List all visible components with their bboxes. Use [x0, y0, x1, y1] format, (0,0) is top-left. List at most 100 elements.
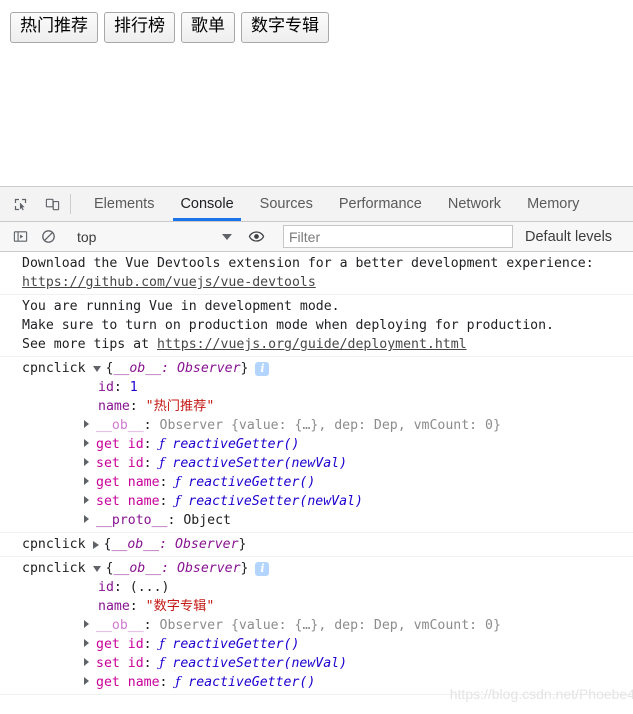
disclosure-triangle-closed-icon[interactable] — [92, 540, 99, 549]
property-row-get-id[interactable]: get id: ƒ reactiveGetter() — [0, 435, 633, 454]
disclosure-triangle-open-icon[interactable] — [92, 366, 101, 372]
brace-close: } — [240, 561, 249, 576]
category-button-ranking[interactable]: 排行榜 — [104, 12, 175, 43]
preview-body: __ob__: Observer — [111, 537, 239, 552]
property-separator: : — [143, 418, 160, 433]
property-value: "热门推荐" — [145, 399, 215, 414]
console-message-cpnclick-3: cpnclick {__ob__: Observer} i id: (...) … — [0, 557, 633, 695]
property-value: reactiveGetter() — [172, 437, 300, 452]
category-button-hot[interactable]: 热门推荐 — [10, 12, 98, 43]
category-button-digital-album[interactable]: 数字专辑 — [241, 12, 329, 43]
tab-performance[interactable]: Performance — [326, 187, 435, 221]
devtools-panel: Elements Console Sources Performance Net… — [0, 186, 633, 714]
execution-context-select[interactable]: top — [68, 226, 238, 247]
disclosure-triangle-icon[interactable] — [84, 420, 89, 428]
filter-input[interactable] — [283, 225, 513, 248]
disclosure-triangle-icon[interactable] — [84, 458, 89, 466]
property-row-get-id[interactable]: get id: ƒ reactiveGetter() — [0, 635, 633, 654]
property-row-get-name[interactable]: get name: ƒ reactiveGetter() — [0, 673, 633, 692]
property-key: get name — [96, 475, 160, 490]
property-row-set-id[interactable]: set id: ƒ reactiveSetter(newVal) — [0, 654, 633, 673]
console-message-cpnclick-1: cpnclick {__ob__: Observer} i id: 1 name… — [0, 357, 633, 533]
property-row-id: id: 1 — [0, 378, 633, 397]
object-preview: {__ob__: Observer} — [104, 535, 247, 554]
message-line: See more tips at https://vuejs.org/guide… — [0, 335, 633, 354]
property-row-ob[interactable]: __ob__: Observer {value: {…}, dep: Dep, … — [0, 616, 633, 635]
log-label: cpnclick — [22, 537, 86, 552]
disclosure-triangle-icon[interactable] — [84, 515, 89, 523]
message-text: See more tips at — [22, 337, 157, 352]
property-value: reactiveSetter(newVal) — [172, 656, 348, 671]
clear-console-icon[interactable] — [37, 226, 59, 248]
device-toolbar-icon[interactable] — [41, 193, 63, 215]
brace-close: } — [238, 537, 247, 552]
console-message-cpnclick-2: cpnclick {__ob__: Observer} — [0, 533, 633, 557]
disclosure-triangle-icon[interactable] — [84, 620, 89, 628]
object-group-header[interactable]: cpnclick {__ob__: Observer} — [0, 535, 633, 554]
tab-console[interactable]: Console — [167, 187, 246, 221]
inspect-element-icon[interactable] — [9, 193, 31, 215]
devtools-tab-list: Elements Console Sources Performance Net… — [71, 187, 592, 221]
property-row-set-id[interactable]: set id: ƒ reactiveSetter(newVal) — [0, 454, 633, 473]
object-group-header[interactable]: cpnclick {__ob__: Observer} i — [0, 359, 633, 378]
property-separator: : — [143, 437, 160, 452]
disclosure-triangle-icon[interactable] — [84, 439, 89, 447]
tab-memory[interactable]: Memory — [514, 187, 592, 221]
property-key: get name — [96, 675, 160, 690]
property-key: __proto__ — [96, 513, 168, 528]
property-key: set id — [96, 456, 144, 471]
property-key: get id — [96, 437, 144, 452]
disclosure-triangle-icon[interactable] — [84, 496, 89, 504]
disclosure-triangle-icon[interactable] — [84, 658, 89, 666]
console-message-list[interactable]: Download the Vue Devtools extension for … — [0, 252, 633, 714]
object-group-header[interactable]: cpnclick {__ob__: Observer} i — [0, 559, 633, 578]
property-value: 1 — [129, 380, 138, 395]
console-message-dev-mode: You are running Vue in development mode.… — [0, 295, 633, 357]
property-separator: : — [159, 494, 176, 509]
execution-context-value: top — [77, 228, 97, 245]
object-preview: {__ob__: Observer} — [106, 559, 249, 578]
property-key: __ob__ — [96, 418, 144, 433]
tab-network[interactable]: Network — [435, 187, 514, 221]
property-row-proto[interactable]: __proto__: Object — [0, 511, 633, 530]
tab-sources[interactable]: Sources — [247, 187, 326, 221]
log-label: cpnclick — [22, 361, 86, 376]
property-row-id: id: (...) — [0, 578, 633, 597]
property-value[interactable]: (...) — [130, 580, 170, 595]
property-value: reactiveGetter() — [188, 675, 316, 690]
disclosure-triangle-icon[interactable] — [84, 639, 89, 647]
disclosure-triangle-icon[interactable] — [84, 477, 89, 485]
property-separator: : — [143, 618, 160, 633]
property-key: set name — [96, 494, 160, 509]
property-row-set-name[interactable]: set name: ƒ reactiveSetter(newVal) — [0, 492, 633, 511]
message-line: https://github.com/vuejs/vue-devtools — [0, 273, 633, 292]
property-value: reactiveGetter() — [188, 475, 316, 490]
console-filter-bar: top Default levels — [0, 222, 633, 252]
vue-deployment-link[interactable]: https://vuejs.org/guide/deployment.html — [157, 337, 467, 352]
property-separator: : — [159, 675, 176, 690]
property-key: set id — [96, 656, 144, 671]
property-separator: : — [167, 513, 184, 528]
disclosure-triangle-open-icon[interactable] — [92, 566, 101, 572]
message-text: You are running Vue in development mode. — [22, 299, 340, 314]
property-row-get-name[interactable]: get name: ƒ reactiveGetter() — [0, 473, 633, 492]
info-badge-icon[interactable]: i — [255, 361, 270, 376]
vue-devtools-link[interactable]: https://github.com/vuejs/vue-devtools — [22, 275, 316, 290]
property-separator: : — [113, 580, 130, 595]
log-label: cpnclick — [22, 561, 86, 576]
property-key: name — [98, 599, 130, 614]
property-row-ob[interactable]: __ob__: Observer {value: {…}, dep: Dep, … — [0, 416, 633, 435]
property-value: reactiveSetter(newVal) — [188, 494, 363, 509]
property-value: reactiveSetter(newVal) — [172, 456, 348, 471]
property-separator: : — [159, 475, 176, 490]
log-levels-dropdown[interactable]: Default levels — [525, 229, 612, 245]
live-expression-eye-icon[interactable] — [245, 226, 267, 248]
property-separator: : — [143, 456, 160, 471]
tab-elements[interactable]: Elements — [81, 187, 167, 221]
disclosure-triangle-icon[interactable] — [84, 677, 89, 685]
property-key: __ob__ — [96, 618, 144, 633]
devtools-tool-icons — [0, 187, 70, 221]
info-badge-icon[interactable]: i — [255, 561, 270, 576]
category-button-playlist[interactable]: 歌单 — [181, 12, 235, 43]
console-sidebar-icon[interactable] — [9, 226, 31, 248]
